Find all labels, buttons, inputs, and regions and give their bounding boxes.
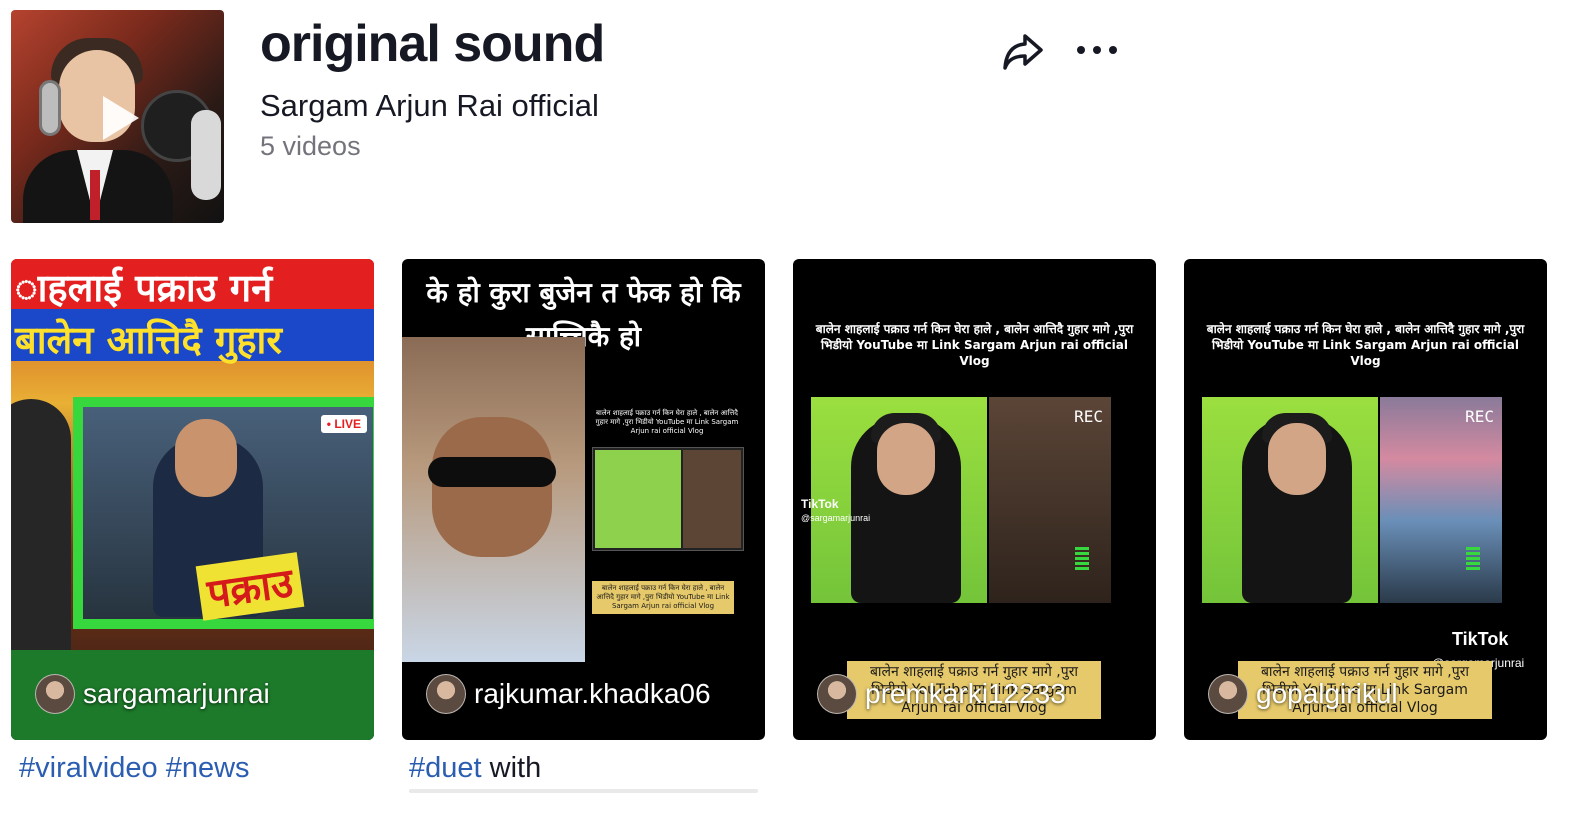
- rec-label: REC: [1074, 407, 1103, 426]
- thumbnail-panel: REC: [1196, 397, 1536, 603]
- hashtag-link[interactable]: #viralvideo: [19, 752, 158, 784]
- avatar: [1208, 674, 1248, 714]
- video-author[interactable]: sargamarjunrai: [35, 674, 270, 714]
- video-card[interactable]: बालेन शाहलाई पक्राउ गर्न किन घेरा हाले ,…: [1184, 259, 1547, 740]
- thumbnail-green-screen: [1202, 397, 1378, 603]
- username: premkarki12233: [865, 678, 1066, 709]
- sunglasses-graphic: [428, 457, 556, 487]
- thumbnail-small-text: बालेन शाहलाई पक्राउ गर्न किन घेरा हाले ,…: [595, 409, 739, 435]
- thumbnail-person: [402, 337, 585, 662]
- thumbnail-headline: ाहलाई पक्राउ गर्न: [15, 266, 273, 310]
- avatar: [817, 674, 857, 714]
- audio-level-icon: [1075, 547, 1089, 571]
- video-author[interactable]: premkarki12233: [817, 674, 1066, 714]
- tiktok-handle: @sargamarjunrai: [801, 513, 871, 523]
- thumbnail-right-panel: REC: [1380, 397, 1502, 603]
- username: rajkumar.khadka06: [474, 678, 711, 709]
- video-caption: #viralvideo #news: [19, 752, 250, 785]
- thumbnail-headline: बालेन आत्तिदै गुहार: [15, 318, 282, 362]
- thumbnail-yellow-text: बालेन शाहलाई पक्राउ गर्न किन घेरा हाले ,…: [592, 581, 734, 614]
- video-author[interactable]: gopalgirikul: [1208, 674, 1398, 714]
- avatar: [426, 674, 466, 714]
- inset-person-panel: [683, 450, 741, 548]
- video-card[interactable]: के हो कुरा बुजेन त फेक हो कि साच्चिकै हो…: [402, 259, 765, 740]
- username: sargamarjunrai: [83, 678, 270, 709]
- hashtag-link[interactable]: #duet: [409, 752, 482, 784]
- thumbnail-inset-video: [592, 447, 744, 551]
- more-options-button[interactable]: [1074, 32, 1120, 68]
- username: gopalgirikul: [1256, 678, 1398, 709]
- more-icon: [1077, 46, 1117, 54]
- thumbnail-face: [877, 423, 935, 495]
- thumbnail-caption: बालेन शाहलाई पक्राउ गर्न किन घेरा हाले ,…: [1206, 322, 1525, 368]
- video-card[interactable]: ाहलाई पक्राउ गर्न बालेन आत्तिदै गुहार • …: [11, 259, 374, 740]
- tiktok-watermark: TikTok: [801, 497, 839, 511]
- share-button[interactable]: [1000, 28, 1046, 74]
- thumbnail-right-panel: REC: [989, 397, 1111, 603]
- sound-author[interactable]: Sargam Arjun Rai official: [260, 88, 599, 124]
- video-count: 5 videos: [260, 131, 361, 161]
- thumbnail-panel: REC: [805, 397, 1145, 603]
- headphones-graphic: [39, 80, 61, 136]
- audio-level-icon: [1466, 547, 1480, 571]
- tiktok-watermark: TikTok: [1452, 629, 1509, 649]
- inset-green-panel: [595, 450, 681, 548]
- video-author[interactable]: rajkumar.khadka06: [426, 674, 711, 714]
- hashtag-link[interactable]: #news: [166, 752, 250, 784]
- thumbnail-face: [1268, 423, 1326, 495]
- caption-loading-bar: [409, 789, 758, 793]
- play-icon[interactable]: [103, 96, 139, 140]
- cover-tie: [90, 170, 100, 220]
- microphone-body-graphic: [191, 110, 221, 200]
- sound-cover-image[interactable]: [11, 10, 224, 223]
- live-badge: • LIVE: [320, 415, 367, 433]
- video-caption: #duet with: [409, 752, 541, 785]
- avatar: [35, 674, 75, 714]
- sound-title: original sound: [260, 15, 605, 73]
- thumbnail-caption: बालेन शाहलाई पक्राउ गर्न किन घेरा हाले ,…: [815, 322, 1134, 368]
- caption-text: with: [481, 752, 542, 784]
- thumbnail-face: [175, 419, 237, 497]
- video-card[interactable]: बालेन शाहलाई पक्राउ गर्न किन घेरा हाले ,…: [793, 259, 1156, 740]
- rec-label: REC: [1465, 407, 1494, 426]
- thumbnail-face: [432, 417, 552, 557]
- share-icon: [1003, 34, 1043, 70]
